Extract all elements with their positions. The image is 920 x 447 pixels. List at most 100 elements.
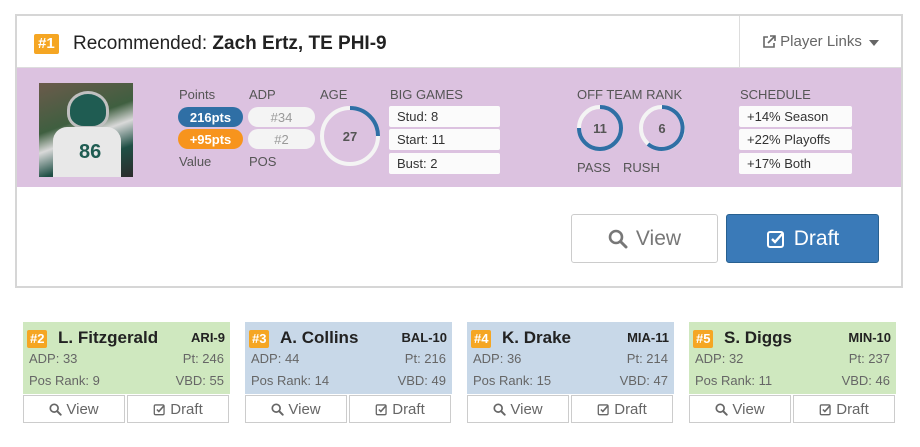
draft-button[interactable]: Draft: [571, 395, 673, 423]
search-icon: [493, 402, 507, 416]
player-links-label: Player Links: [780, 33, 862, 50]
player-vbd: VBD: 47: [619, 373, 668, 388]
pass-label: PASS: [577, 160, 611, 175]
big-games-stud: Stud: 8: [389, 106, 500, 127]
value-pill: +95pts: [178, 129, 243, 149]
view-button[interactable]: View: [571, 214, 718, 263]
player-links-dropdown[interactable]: Player Links: [739, 16, 901, 67]
draft-button[interactable]: Draft: [349, 395, 451, 423]
rank-badge: #1: [34, 34, 59, 54]
points-label: Points: [179, 87, 216, 102]
caret-down-icon: [868, 39, 879, 46]
player-adp: ADP: 36: [473, 351, 522, 366]
value-label: Value: [179, 154, 212, 169]
draft-button[interactable]: Draft: [127, 395, 229, 423]
draft-button[interactable]: Draft: [726, 214, 879, 263]
player-vbd: VBD: 49: [397, 373, 446, 388]
schedule-label: SCHEDULE: [740, 87, 811, 102]
player-name: A. Collins: [280, 328, 359, 347]
search-icon: [271, 402, 285, 416]
player-name: S. Diggs: [724, 328, 793, 347]
rank-badge: #4: [471, 330, 492, 348]
player-card-2: #2 L. Fitzgerald ARI-9 ADP: 33 Pt: 246 P…: [23, 322, 230, 424]
checkbox-icon: [597, 403, 610, 416]
checkbox-icon: [153, 403, 166, 416]
recommended-prefix: Recommended:: [73, 33, 208, 54]
view-button[interactable]: View: [689, 395, 791, 423]
age-value: 27: [342, 128, 358, 144]
search-icon: [608, 229, 628, 249]
player-name: L. Fitzgerald: [58, 328, 159, 347]
view-button-label: View: [288, 400, 321, 418]
player-stats-panel: 86 Points 216pts +95pts Value ADP #34 #2…: [17, 68, 901, 187]
view-button-label: View: [635, 226, 682, 250]
player-pos-rank: Pos Rank: 14: [251, 373, 330, 388]
player-card-3: #3 A. Collins BAL-10 ADP: 44 Pt: 216 Pos…: [245, 322, 452, 424]
player-adp: ADP: 44: [251, 351, 300, 366]
view-button[interactable]: View: [23, 395, 125, 423]
player-team: BAL-10: [401, 330, 447, 345]
player-vbd: VBD: 55: [175, 373, 224, 388]
view-button-label: View: [66, 400, 99, 418]
player-points: Pt: 237: [848, 351, 890, 366]
rank-badge: #3: [249, 330, 270, 348]
draft-button-label: Draft: [614, 400, 647, 418]
player-pos-rank: Pos Rank: 9: [29, 373, 100, 388]
checkbox-icon: [766, 229, 786, 249]
recommended-title: Recommended: Zach Ertz, TE PHI-9: [73, 33, 387, 55]
big-games-bust: Bust: 2: [389, 153, 500, 174]
adp-label: ADP: [249, 87, 276, 102]
recommended-player-name: Zach Ertz, TE PHI-9: [212, 33, 387, 54]
schedule-playoffs: +22% Playoffs: [739, 129, 852, 150]
recommended-player-card: #1 Recommended: Zach Ertz, TE PHI-9 Play…: [15, 14, 903, 288]
player-vbd: VBD: 46: [841, 373, 890, 388]
player-card-body: #2 L. Fitzgerald ARI-9 ADP: 33 Pt: 246 P…: [23, 322, 230, 394]
player-card-4: #4 K. Drake MIA-11 ADP: 36 Pt: 214 Pos R…: [467, 322, 674, 424]
big-games-label: BIG GAMES: [390, 87, 463, 102]
off-team-rank-label: OFF TEAM RANK: [577, 87, 683, 102]
rank-badge: #2: [27, 330, 48, 348]
external-link-icon: [762, 34, 776, 49]
schedule-both: +17% Both: [739, 153, 852, 174]
rush-label: RUSH: [623, 160, 660, 175]
adp-pill: #34: [248, 107, 315, 127]
player-team: MIN-10: [848, 330, 891, 345]
player-adp: ADP: 32: [695, 351, 744, 366]
draft-button-label: Draft: [392, 400, 425, 418]
draft-button-label: Draft: [793, 226, 840, 250]
view-button-label: View: [510, 400, 543, 418]
player-team: ARI-9: [191, 330, 225, 345]
draft-button-label: Draft: [836, 400, 869, 418]
player-team: MIA-11: [627, 330, 669, 345]
search-icon: [715, 402, 729, 416]
pass-rank-value: 11: [593, 120, 607, 136]
player-points: Pt: 246: [182, 351, 224, 366]
age-label: AGE: [320, 87, 348, 102]
checkbox-icon: [375, 403, 388, 416]
checkbox-icon: [819, 403, 832, 416]
search-icon: [49, 402, 63, 416]
player-pos-rank: Pos Rank: 15: [473, 373, 552, 388]
schedule-season: +14% Season: [739, 106, 852, 127]
view-button[interactable]: View: [245, 395, 347, 423]
player-points: Pt: 216: [404, 351, 446, 366]
rank-badge: #5: [693, 330, 714, 348]
player-card-body: #4 K. Drake MIA-11 ADP: 36 Pt: 214 Pos R…: [467, 322, 674, 394]
view-button-label: View: [732, 400, 765, 418]
recommended-header: #1 Recommended: Zach Ertz, TE PHI-9 Play…: [17, 16, 901, 68]
draft-button[interactable]: Draft: [793, 395, 895, 423]
player-card-5: #5 S. Diggs MIN-10 ADP: 32 Pt: 237 Pos R…: [689, 322, 896, 424]
points-pill: 216pts: [178, 107, 243, 127]
pos-label: POS: [249, 154, 277, 169]
player-pos-rank: Pos Rank: 11: [695, 373, 773, 388]
draft-button-label: Draft: [170, 400, 203, 418]
player-card-body: #5 S. Diggs MIN-10 ADP: 32 Pt: 237 Pos R…: [689, 322, 896, 394]
pos-pill: #2: [248, 129, 315, 149]
big-games-start: Start: 11: [389, 129, 500, 150]
player-name: K. Drake: [502, 328, 571, 347]
view-button[interactable]: View: [467, 395, 569, 423]
player-photo: 86: [39, 83, 133, 177]
player-points: Pt: 214: [626, 351, 668, 366]
player-card-body: #3 A. Collins BAL-10 ADP: 44 Pt: 216 Pos…: [245, 322, 452, 394]
player-adp: ADP: 33: [29, 351, 78, 366]
